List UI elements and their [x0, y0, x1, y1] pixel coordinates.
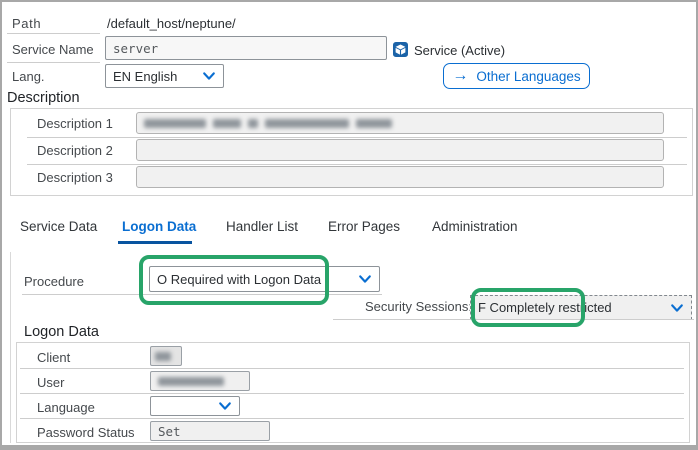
- chevron-down-icon: [670, 301, 684, 315]
- procedure-label: Procedure: [24, 274, 84, 289]
- security-sessions-value: F Completely restricted: [478, 300, 612, 315]
- arrow-right-icon: →: [452, 68, 468, 84]
- service-cube-icon: [393, 42, 408, 57]
- language-select[interactable]: [150, 396, 240, 416]
- security-sessions-label: Security Sessions:: [365, 299, 472, 314]
- service-name-input[interactable]: server: [105, 36, 387, 60]
- client-input[interactable]: [150, 346, 182, 366]
- row-divider: [7, 62, 100, 63]
- row-divider: [27, 137, 687, 138]
- chevron-down-icon: [202, 69, 216, 83]
- redacted-text: [155, 352, 171, 361]
- redacted-text: [158, 377, 224, 386]
- tab-service-data[interactable]: Service Data: [20, 219, 97, 234]
- other-languages-button[interactable]: → Other Languages: [443, 63, 590, 89]
- active-tab-underline: [118, 241, 192, 244]
- service-name-value: server: [113, 41, 158, 56]
- password-status-value: Set: [158, 424, 181, 439]
- security-sessions-select[interactable]: F Completely restricted: [470, 295, 692, 320]
- description-1-label: Description 1: [37, 116, 113, 131]
- row-divider: [22, 294, 382, 295]
- path-label: Path: [12, 16, 41, 31]
- row-divider: [20, 393, 684, 394]
- password-status-label: Password Status: [37, 425, 135, 440]
- row-divider: [7, 33, 100, 34]
- description-3-label: Description 3: [37, 170, 113, 185]
- path-value: /default_host/neptune/: [107, 16, 236, 31]
- description-1-input[interactable]: [136, 112, 664, 134]
- procedure-select[interactable]: O Required with Logon Data: [149, 266, 380, 292]
- logon-data-section-title: Logon Data: [24, 324, 99, 340]
- client-label: Client: [37, 350, 70, 365]
- lang-value: EN English: [113, 69, 177, 84]
- content-left-border: [10, 252, 11, 443]
- service-name-label: Service Name: [12, 42, 94, 57]
- row-divider: [27, 164, 687, 165]
- description-2-label: Description 2: [37, 143, 113, 158]
- procedure-value: O Required with Logon Data: [157, 272, 321, 287]
- tab-error-pages[interactable]: Error Pages: [328, 219, 400, 234]
- other-languages-label: Other Languages: [476, 69, 580, 84]
- lang-select[interactable]: EN English: [105, 64, 224, 88]
- tab-logon-data[interactable]: Logon Data: [122, 219, 196, 234]
- service-status-text: Service (Active): [414, 43, 505, 58]
- description-section-title: Description: [7, 90, 80, 106]
- password-status-input[interactable]: Set: [150, 421, 270, 441]
- chevron-down-icon: [358, 272, 372, 286]
- language-label: Language: [37, 400, 95, 415]
- tab-administration[interactable]: Administration: [432, 219, 518, 234]
- user-label: User: [37, 375, 64, 390]
- lang-label: Lang.: [12, 69, 45, 84]
- description-3-input[interactable]: [136, 166, 664, 188]
- row-divider: [20, 418, 684, 419]
- chevron-down-icon: [218, 399, 232, 413]
- sicf-service-window: Path /default_host/neptune/ Service Name…: [0, 0, 698, 450]
- user-input[interactable]: [150, 371, 250, 391]
- tab-handler-list[interactable]: Handler List: [226, 219, 298, 234]
- row-divider: [333, 319, 694, 320]
- description-2-input[interactable]: [136, 139, 664, 161]
- row-divider: [20, 368, 684, 369]
- redacted-text: [144, 119, 392, 128]
